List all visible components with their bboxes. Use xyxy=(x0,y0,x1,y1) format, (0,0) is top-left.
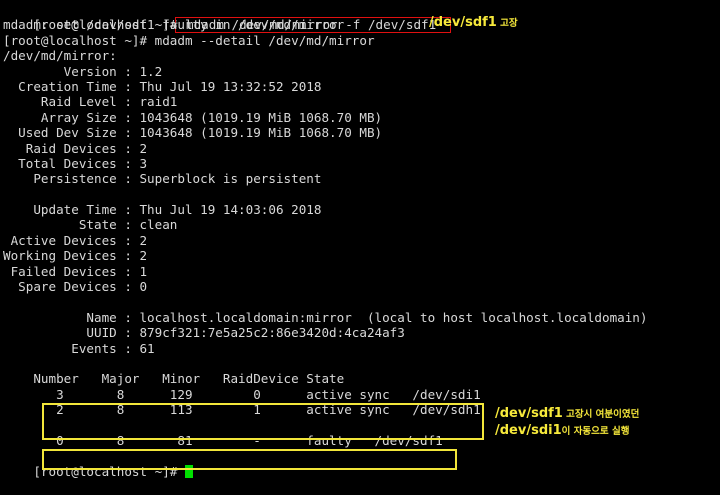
detail-creation-time: Creation Time : Thu Jul 19 13:32:52 2018 xyxy=(3,78,322,94)
detail-raid-devices: Raid Devices : 2 xyxy=(3,140,148,156)
device-row-sdi1: 3 8 129 0 active sync /dev/sdi1 xyxy=(3,386,481,402)
detail-name: Name : localhost.localdomain:mirror (loc… xyxy=(3,309,648,325)
terminal-line: [root@localhost ~]# mdadm --detail /dev/… xyxy=(3,32,375,48)
spare-note-line1: /dev/sdf1 고장시 여분이였던 xyxy=(495,406,639,421)
spare-note-text1: 고장시 여분이였던 xyxy=(562,409,640,420)
detail-active-devices: Active Devices : 2 xyxy=(3,232,148,248)
terminal-line: /dev/md/mirror: xyxy=(3,48,117,64)
detail-update-time: Update Time : Thu Jul 19 14:03:06 2018 xyxy=(3,202,322,218)
detail-spare-devices: Spare Devices : 0 xyxy=(3,279,148,295)
faulty-device-highlight-box xyxy=(42,449,457,470)
spare-note-device1: /dev/sdf1 xyxy=(495,406,563,421)
spare-note-text2: 이 자동으로 실행 xyxy=(561,426,630,437)
detail-version: Version : 1.2 xyxy=(3,63,163,79)
detail-array-size: Array Size : 1043648 (1019.19 MiB 1068.7… xyxy=(3,109,383,125)
spare-note-device2: /dev/sdi1 xyxy=(495,423,562,438)
spare-note-line2: /dev/sdi1이 자동으로 실행 xyxy=(495,423,629,438)
fault-note: /dev/sdf1 고장 xyxy=(429,15,518,30)
detail-working-devices: Working Devices : 2 xyxy=(3,248,148,264)
detail-events: Events : 61 xyxy=(3,340,155,356)
detail-persistence: Persistence : Superblock is persistent xyxy=(3,171,322,187)
detail-failed-devices: Failed Devices : 1 xyxy=(3,263,148,279)
device-table-header: Number Major Minor RaidDevice State xyxy=(3,371,345,387)
detail-state: State : clean xyxy=(3,217,178,233)
detail-raid-level: Raid Level : raid1 xyxy=(3,94,178,110)
fault-note-device: /dev/sdf1 xyxy=(429,15,497,30)
terminal-line: [root@localhost ~]# mdadm /dev/md/mirror… xyxy=(0,2,720,34)
detail-uuid: UUID : 879cf321:7e5a25c2:86e3420d:4ca24a… xyxy=(3,325,405,341)
active-devices-highlight-box xyxy=(42,403,484,440)
fault-note-text: 고장 xyxy=(496,18,518,29)
detail-used-dev-size: Used Dev Size : 1043648 (1019.19 MiB 106… xyxy=(3,125,383,141)
detail-total-devices: Total Devices : 3 xyxy=(3,155,148,171)
